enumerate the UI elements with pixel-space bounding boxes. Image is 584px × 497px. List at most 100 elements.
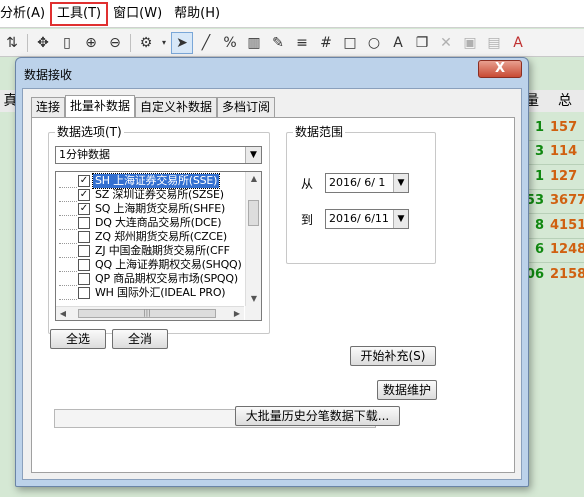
chevron-down-icon[interactable]: ▾ <box>159 32 169 54</box>
settings-icon[interactable]: ⚙ <box>135 32 157 54</box>
exchange-code: WH <box>95 286 114 299</box>
tree-connector <box>59 188 77 202</box>
tab-batch-fill[interactable]: 批量补数据 <box>65 95 136 118</box>
tab-custom-fill[interactable]: 自定义补数据 <box>135 97 218 117</box>
parallel-lines-icon[interactable]: ≡ <box>291 32 313 54</box>
cell-total: 36776 <box>550 193 584 208</box>
chevron-down-icon[interactable]: ▼ <box>393 210 408 228</box>
menubar: 分析(A) 工具(T) 窗口(W) 帮助(H) <box>0 0 584 28</box>
chevron-down-icon[interactable]: ▼ <box>245 147 261 163</box>
exchange-name: 郑州期货交易所(CZCE) <box>114 230 227 243</box>
toolbar-separator <box>27 33 28 52</box>
trash-icon[interactable]: ▤ <box>483 32 505 54</box>
checkbox[interactable]: ✓ <box>78 189 90 201</box>
list-item[interactable]: QP 商品期权交易市场(SPQQ) <box>56 272 244 286</box>
list-item[interactable]: WH 国际外汇(IDEAL PRO) <box>56 286 244 300</box>
pen-icon[interactable]: ✎ <box>267 32 289 54</box>
list-item[interactable]: ZJ 中国金融期货交易所(CFF <box>56 244 244 258</box>
from-date-picker[interactable]: 2016/ 6/ 1 ▼ <box>325 173 409 193</box>
list-item[interactable]: ✓ SH 上海证券交易所(SSE) <box>56 173 244 189</box>
exchange-name: 上海证券期权交易(SHQQ) <box>115 258 242 271</box>
ellipse-icon[interactable]: ○ <box>363 32 385 54</box>
menu-help[interactable]: 帮助(H) <box>168 3 226 25</box>
dialog-body: 连接 批量补数据 自定义补数据 多档订阅 数据选项(T) 1分钟数据 ▼ ✓ SH… <box>22 88 522 480</box>
checkbox[interactable] <box>78 259 90 271</box>
checkbox[interactable] <box>78 231 90 243</box>
move-icon[interactable]: ✥ <box>32 32 54 54</box>
exchange-code: QP <box>95 272 110 285</box>
period-select[interactable]: 1分钟数据 ▼ <box>55 146 262 164</box>
exchange-name: 上海证券交易所(SSE) <box>113 174 218 187</box>
fit-icon[interactable]: ⇅ <box>1 32 23 54</box>
checkbox[interactable] <box>78 287 90 299</box>
menu-tools[interactable]: 工具(T) <box>50 1 109 26</box>
alert-icon[interactable]: A <box>507 32 529 54</box>
zoom-in-icon[interactable]: ⊕ <box>80 32 102 54</box>
list-item[interactable]: QQ 上海证券期权交易(SHQQ) <box>56 258 244 272</box>
cell-total: 127 <box>550 169 578 184</box>
tab-multi-level[interactable]: 多档订阅 <box>217 97 276 117</box>
zoom-out-icon[interactable]: ⊖ <box>104 32 126 54</box>
copy-icon[interactable]: ❐ <box>411 32 433 54</box>
tree-connector <box>59 244 77 258</box>
select-all-button[interactable]: 全选 <box>50 329 106 349</box>
list-item[interactable]: DQ 大连商品交易所(DCE) <box>56 216 244 230</box>
close-icon: X <box>494 61 506 76</box>
data-options-group: 数据选项(T) 1分钟数据 ▼ ✓ SH 上海证券交易所(SSE) ✓ SZ 深圳证… <box>48 124 270 349</box>
checkbox[interactable] <box>78 245 90 257</box>
to-date-picker[interactable]: 2016/ 6/11 ▼ <box>325 209 409 229</box>
scroll-down-icon[interactable]: ▼ <box>246 292 261 306</box>
exchange-code: QQ <box>95 258 112 271</box>
close-button[interactable]: X <box>478 60 522 78</box>
vertical-scrollbar[interactable]: ▲ ▼ <box>245 172 261 306</box>
cursor-icon[interactable]: ➤ <box>171 31 193 54</box>
delete-icon[interactable]: ✕ <box>435 32 457 54</box>
data-maintain-button[interactable]: 数据维护 <box>377 380 437 400</box>
checkbox[interactable]: ✓ <box>78 175 90 187</box>
tree-connector <box>59 202 77 216</box>
tree-connector <box>59 286 77 300</box>
list-item[interactable]: ✓ SZ 深圳证券交易所(SZSE) <box>56 188 244 202</box>
tab-connect[interactable]: 连接 <box>31 97 66 117</box>
to-date-value: 2016/ 6/11 <box>329 212 389 225</box>
ruler-icon[interactable]: ▯ <box>56 32 78 54</box>
exchange-list: ✓ SH 上海证券交易所(SSE) ✓ SZ 深圳证券交易所(SZSE) ✓ SQ 上… <box>55 171 262 321</box>
checkbox[interactable]: ✓ <box>78 203 90 215</box>
grid-icon[interactable]: # <box>315 32 337 54</box>
grid-header-total: 总 <box>546 90 584 112</box>
cell-total: 1248 <box>550 242 584 257</box>
bulk-download-button[interactable]: 大批量历史分笔数据下载... <box>235 406 400 426</box>
toolbar-separator <box>130 33 131 52</box>
to-label: 到 <box>301 213 314 227</box>
lock-icon[interactable]: ▣ <box>459 32 481 54</box>
deselect-all-button[interactable]: 全消 <box>112 329 168 349</box>
exchange-code: SQ <box>95 202 111 215</box>
scroll-thumb[interactable]: ||| <box>78 309 216 318</box>
scroll-right-icon[interactable]: ▶ <box>230 307 244 320</box>
from-label: 从 <box>301 177 314 191</box>
start-fill-button[interactable]: 开始补充(S) <box>350 346 436 366</box>
tree-connector <box>59 216 77 230</box>
exchange-code: DQ <box>95 216 112 229</box>
scroll-thumb[interactable] <box>248 200 259 226</box>
text-icon[interactable]: A <box>387 32 409 54</box>
line-icon[interactable]: ╱ <box>195 32 217 54</box>
exchange-code: SZ <box>95 188 110 201</box>
exchange-name: 国际外汇(IDEAL PRO) <box>117 286 226 299</box>
list-item[interactable]: ZQ 郑州期货交易所(CZCE) <box>56 230 244 244</box>
scroll-up-icon[interactable]: ▲ <box>246 172 261 186</box>
percent-icon[interactable]: % <box>219 32 241 54</box>
checkbox[interactable] <box>78 217 90 229</box>
list-item[interactable]: ✓ SQ 上海期货交易所(SHFE) <box>56 202 244 216</box>
cell-total: 2158 <box>550 267 584 282</box>
scroll-left-icon[interactable]: ◀ <box>56 307 70 320</box>
horizontal-scrollbar[interactable]: ◀ ||| ▶ <box>56 306 244 320</box>
checkbox[interactable] <box>78 273 90 285</box>
tab-strip: 连接 批量补数据 自定义补数据 多档订阅 <box>31 95 276 118</box>
menu-analysis[interactable]: 分析(A) <box>0 3 51 25</box>
chevron-down-icon[interactable]: ▼ <box>393 174 408 192</box>
ruler-bar-icon[interactable]: ▥ <box>243 32 265 54</box>
rectangle-icon[interactable]: □ <box>339 32 361 54</box>
drawing-toolbar: ⇅ ✥ ▯ ⊕ ⊖ ⚙ ▾ ➤ ╱ % ▥ ✎ ≡ # □ ○ A ❐ ✕ ▣ … <box>0 29 584 57</box>
menu-window[interactable]: 窗口(W) <box>107 3 168 25</box>
